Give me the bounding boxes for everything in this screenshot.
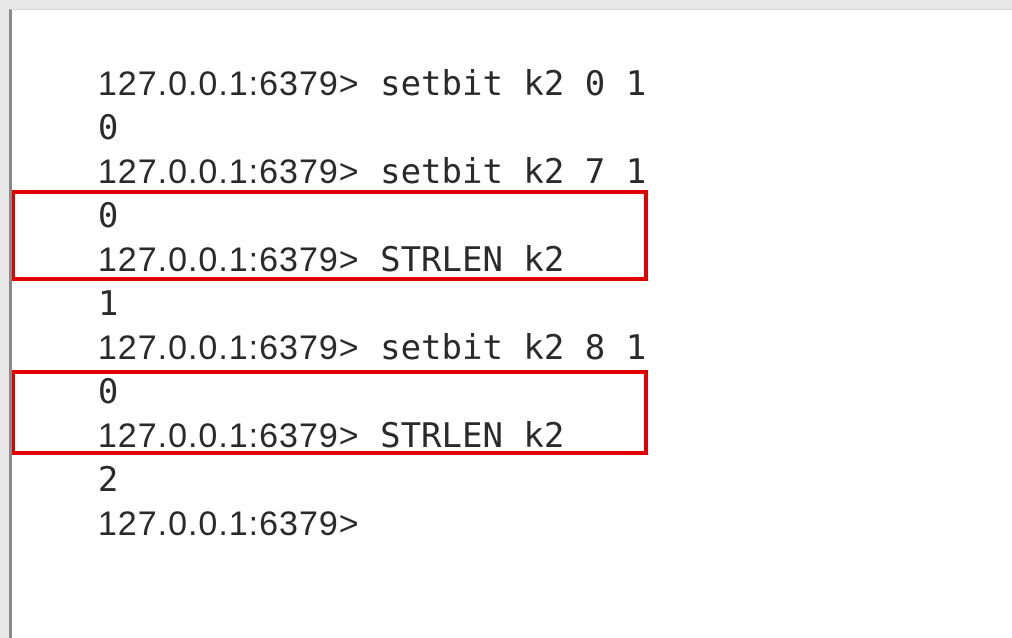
terminal-line[interactable]: 127.0.0.1:6379> — [16, 458, 360, 543]
terminal-line: 2 — [16, 414, 118, 500]
terminal-line: 127.0.0.1:6379> setbit k2 7 1 — [16, 106, 646, 192]
terminal-line: 127.0.0.1:6379> STRLEN k2 — [16, 370, 564, 456]
command-text: STRLEN k2 — [359, 416, 565, 456]
terminal-line: 127.0.0.1:6379> STRLEN k2 — [16, 194, 564, 280]
terminal-line: 0 — [16, 62, 118, 148]
command-text: setbit k2 8 1 — [359, 328, 647, 368]
command-text: setbit k2 0 1 — [359, 64, 647, 104]
prompt: 127.0.0.1:6379> — [97, 505, 360, 543]
terminal-line: 1 — [16, 238, 118, 324]
terminal-line: 0 — [16, 326, 118, 412]
command-text: setbit k2 7 1 — [359, 152, 647, 192]
prompt: 127.0.0.1:6379> — [97, 329, 360, 367]
terminal-line: 127.0.0.1:6379> setbit k2 8 1 — [16, 282, 646, 368]
prompt: 127.0.0.1:6379> — [97, 241, 360, 279]
prompt: 127.0.0.1:6379> — [97, 417, 360, 455]
redis-cli-terminal[interactable]: 127.0.0.1:6379> setbit k2 0 1 0 127.0.0.… — [9, 9, 1012, 638]
prompt: 127.0.0.1:6379> — [97, 153, 360, 191]
terminal-line: 127.0.0.1:6379> setbit k2 0 1 — [16, 18, 646, 104]
prompt: 127.0.0.1:6379> — [97, 65, 360, 103]
terminal-line: 0 — [16, 150, 118, 236]
command-text: STRLEN k2 — [359, 240, 565, 280]
